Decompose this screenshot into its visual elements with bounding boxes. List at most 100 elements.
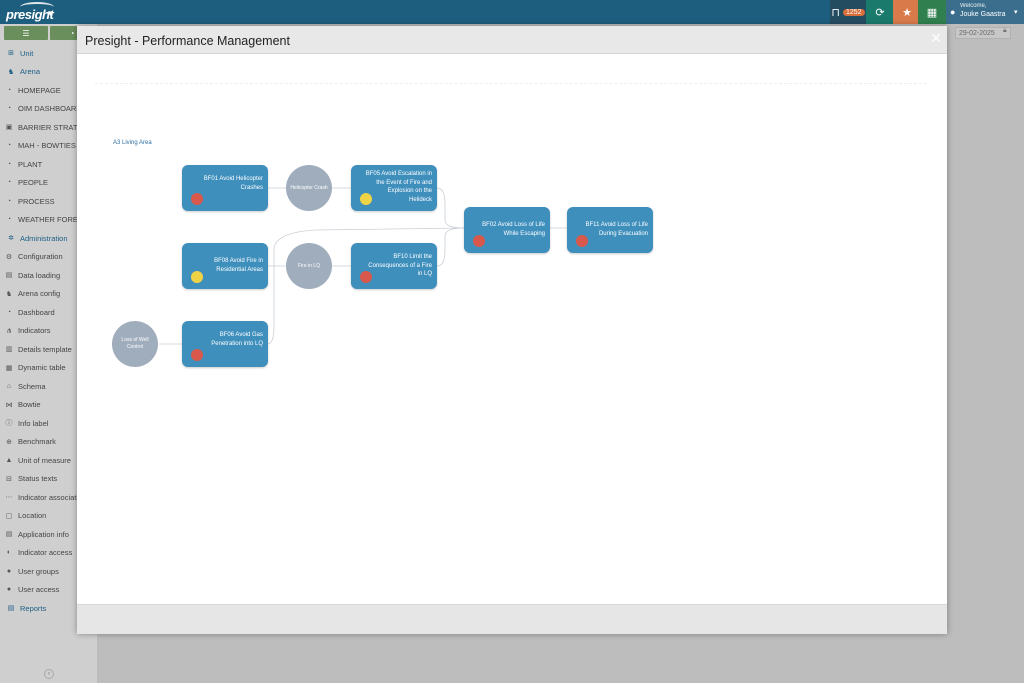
barrier-node-bf10[interactable]: BF10 Limit the Consequences of a Fire in… [351, 243, 437, 289]
status-dot [191, 193, 203, 205]
sidebar-item-label: Dashboard [18, 307, 55, 317]
users-icon: ● [6, 567, 12, 575]
bookmark-button[interactable]: ⊓ 1252 [830, 0, 866, 24]
list-view-button[interactable]: ☰ [4, 26, 48, 40]
sidebar-item-label: Arena config [18, 289, 61, 298]
collapse-sidebar-icon[interactable]: ‹ [44, 669, 54, 679]
schema-icon: ⌂ [6, 382, 12, 390]
sidebar-item-label: Configuration [18, 252, 63, 261]
benchmark-icon: ⊕ [6, 438, 12, 446]
sidebar-item-label: Info label [18, 418, 49, 428]
status-dot [576, 235, 588, 247]
dashboard-icon: ◔ [6, 308, 12, 316]
sidebar-item-label: Unit [20, 48, 34, 58]
favorite-button[interactable]: ★ [893, 0, 921, 24]
modal-header: Presight - Performance Management ✕ [77, 26, 947, 54]
node-label: BF01 Avoid Helicopter Crashes [203, 176, 263, 191]
dashboard-icon: ◔ [6, 216, 12, 223]
user-welcome: Welcome, [960, 3, 987, 9]
modal-footer [77, 604, 947, 634]
sidebar-item-label: PROCESS [18, 196, 55, 206]
sidebar-item-label: Indicators [18, 326, 51, 335]
dashboard-icon: ◔ [6, 160, 12, 168]
status-dot [191, 349, 203, 361]
bowtie-icon: ⋈ [5, 401, 13, 409]
dashboard-icon: ◔ [69, 28, 75, 38]
sitemap-icon: ⊞ [8, 50, 14, 57]
gear-icon: ⚙ [5, 253, 13, 261]
status-dot [360, 193, 372, 205]
close-icon[interactable]: ✕ [930, 30, 942, 47]
barrier-node-bf08[interactable]: BF08 Avoid Fire in Residential Areas [182, 243, 268, 289]
status-dot [191, 271, 203, 283]
association-icon: ⋯ [5, 494, 13, 501]
barrier-node-bf06[interactable]: BF06 Avoid Gas Penetration into LQ [182, 321, 268, 367]
area-label: A3 Living Area [113, 140, 152, 146]
sidebar-item-label: User access [18, 585, 60, 594]
node-label: BF08 Avoid Fire in Residential Areas [214, 258, 263, 273]
status-icon: ⊟ [6, 475, 12, 483]
bookmark-count-badge: 1252 [843, 8, 865, 16]
logo-text: presight [6, 7, 54, 22]
star-icon: ★ [902, 6, 912, 19]
sidebar-item-label: Administration [20, 233, 68, 243]
grid-icon: ▦ [926, 6, 938, 19]
dashboard-icon: ◔ [6, 86, 12, 94]
user-menu[interactable]: ● Welcome, Jouke Gaastra ▾ [946, 0, 1024, 24]
event-node-loss-of-well-control[interactable]: Loss of Well Control [112, 321, 158, 367]
top-bar: presight ▾ ⊓ 1252 ⟳ ★ ▦ ● Welcome, Jouke… [0, 0, 1024, 24]
sidebar-item-label: Location [18, 511, 47, 520]
file-icon: ▤ [5, 272, 13, 279]
sidebar-item-label: Indicator access [18, 548, 73, 557]
sidebar-item-label: Arena [20, 67, 41, 76]
sidebar-item-label: Benchmark [18, 437, 56, 446]
sidebar-item-label: User groups [18, 566, 59, 576]
barrier-diagram: A3 Living Area BF01 Avoid Helicopter Cra… [77, 54, 947, 604]
grid-button[interactable]: ▦ [918, 0, 946, 24]
barrier-node-bf05[interactable]: BF05 Avoid Escalation in the Event of Fi… [351, 165, 437, 211]
app-info-icon: ▤ [5, 531, 13, 538]
node-label: BF05 Avoid Escalation in the Event of Fi… [365, 171, 432, 203]
refresh-button[interactable]: ⟳ [866, 0, 894, 24]
template-icon: ▥ [5, 346, 13, 353]
barrier-node-bf11[interactable]: BF11 Avoid Loss of Life During Evacuatio… [567, 207, 653, 253]
performance-management-modal: Presight - Performance Management ✕ A3 L… [77, 26, 947, 634]
chevron-down-icon: ▾ [48, 8, 53, 18]
refresh-icon: ⟳ [875, 6, 885, 19]
sidebar-item-label: MAH - BOWTIES [18, 141, 76, 150]
node-label: BF10 Limit the Consequences of a Fire in… [368, 254, 432, 277]
presight-logo[interactable]: presight ▾ [6, 2, 66, 22]
modal-title: Presight - Performance Management [85, 34, 290, 48]
sidebar-item-label: Details template [18, 344, 72, 354]
dashboard-icon: ◔ [6, 142, 12, 149]
event-node-fire-in-lq[interactable]: Fire in LQ [286, 243, 332, 289]
location-icon: ▢ [5, 512, 13, 520]
event-node-helicopter-crash[interactable]: Helicopter Crash [286, 165, 332, 211]
reports-icon: ▤ [7, 605, 15, 612]
dashboard-icon: ◔ [6, 197, 12, 205]
sidebar-item-label: PLANT [18, 159, 43, 169]
caret-down-icon: ▾ [1014, 9, 1018, 16]
barrier-node-bf02[interactable]: BF02 Avoid Loss of Life While Escaping [464, 207, 550, 253]
dashboard-icon: ◔ [6, 179, 12, 186]
sidebar-item-label: Data loading [18, 270, 61, 280]
sidebar-item-label: Dynamic table [18, 363, 66, 372]
barrier-icon: ▣ [5, 124, 13, 131]
info-icon: ⓘ [5, 420, 13, 427]
sidebar-item-label: Bowtie [18, 400, 41, 409]
node-label: BF11 Avoid Loss of Life During Evacuatio… [585, 222, 648, 237]
event-label: Loss of Well Control [121, 337, 149, 350]
user-name: Jouke Gaastra [960, 11, 1006, 18]
sidebar-item-label: OIM DASHBOARD [18, 104, 82, 113]
event-label: Helicopter Crash [290, 184, 328, 191]
sidebar-item-label: Status texts [18, 474, 58, 483]
status-dot [473, 235, 485, 247]
sidebar-item-label: Application info [18, 529, 69, 539]
event-label: Fire in LQ [298, 262, 320, 269]
indicator-icon: ⋔ [6, 327, 12, 335]
measure-icon: ▲ [5, 456, 13, 464]
barrier-node-bf01[interactable]: BF01 Avoid Helicopter Crashes [182, 165, 268, 211]
bookmark-icon: ⊓ [831, 6, 840, 19]
node-label: BF06 Avoid Gas Penetration into LQ [211, 332, 263, 347]
sidebar-item-label: HOMEPAGE [18, 85, 61, 95]
